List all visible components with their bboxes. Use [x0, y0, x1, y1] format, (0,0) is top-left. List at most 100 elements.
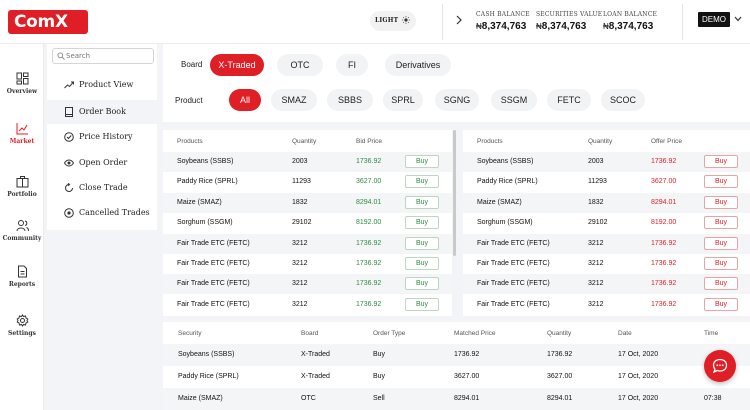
board-pill-x-traded[interactable]: X-Traded	[210, 54, 264, 76]
nav-label: Settings	[8, 330, 36, 337]
price-cell: 1736.92	[651, 239, 677, 247]
product-cell: Soybeans (SSBS)	[177, 158, 234, 165]
refresh-icon	[65, 183, 73, 192]
book-icon	[65, 107, 73, 117]
offers-table: Products Quantity Offer Price Soybeans (…	[463, 130, 750, 316]
table-row: Maize (SMAZ) OTC Sell 8294.01 8294.01 17 Oct,…	[163, 388, 750, 410]
quantity-cell: 29102	[588, 219, 608, 227]
nav-item-portfolio[interactable]: Portfolio	[0, 175, 44, 198]
submenu-item-order-book[interactable]: Order Book	[47, 100, 157, 124]
grid-icon	[16, 72, 28, 85]
nav-item-community[interactable]: Community	[0, 219, 44, 242]
column-header: Products	[177, 138, 203, 145]
column-header: Security	[178, 330, 202, 337]
history-icon	[64, 132, 74, 142]
buy-button[interactable]: Buy	[405, 175, 439, 189]
topbar-divider	[442, 4, 443, 40]
price-cell: 1736.92	[356, 280, 382, 288]
buy-button[interactable]: Buy	[704, 257, 738, 270]
eye-icon	[64, 159, 74, 167]
buy-button[interactable]: Buy	[405, 277, 439, 291]
nav-label: Portfolio	[7, 191, 37, 198]
product-pill-ssgm[interactable]: SSGM	[491, 89, 537, 111]
table-row: Soybeans (SSBS) 2003 1736.92 Buy	[463, 152, 750, 172]
buy-button[interactable]: Buy	[704, 155, 738, 168]
buy-button[interactable]: Buy	[704, 175, 738, 189]
submenu-item-open-order[interactable]: Open Order	[47, 151, 157, 175]
theme-label: LIGHT	[375, 17, 399, 24]
bids-scrollbar[interactable]	[453, 130, 456, 256]
buy-button[interactable]: Buy	[405, 236, 439, 250]
table-row: Fair Trade ETC (FETC) 3212 1736.92 Buy	[163, 254, 452, 274]
nav-item-market[interactable]: Market	[0, 122, 44, 145]
product-pill-scoc[interactable]: SCOC	[601, 89, 645, 111]
product-cell: Fair Trade ETC (FETC)	[477, 260, 550, 267]
product-pill-smaz[interactable]: SMAZ	[271, 89, 317, 111]
price-cell: 1736.92	[651, 280, 677, 288]
buy-button[interactable]: Buy	[704, 236, 738, 250]
product-pill-sgng[interactable]: SGNG	[435, 89, 479, 111]
buy-button[interactable]: Buy	[704, 277, 738, 291]
chevron-down-icon[interactable]	[734, 16, 742, 22]
search-icon	[57, 52, 65, 60]
submenu-item-price-history[interactable]: Price History	[47, 125, 157, 149]
product-pill-sprl[interactable]: SPRL	[383, 89, 423, 111]
product-pill-all[interactable]: All	[229, 89, 261, 111]
buy-button[interactable]: Buy	[405, 297, 439, 311]
nav-item-settings[interactable]: Settings	[0, 314, 44, 337]
product-cell: Fair Trade ETC (FETC)	[177, 280, 250, 288]
buy-button[interactable]: Buy	[704, 195, 738, 209]
buy-button[interactable]: Buy	[704, 216, 738, 230]
cash-balance-label: CASH BALANCE	[476, 11, 530, 18]
search-input[interactable]	[66, 50, 152, 62]
buy-button[interactable]: Buy	[405, 216, 439, 230]
column-header: Quantity	[547, 330, 572, 337]
gear-icon	[16, 314, 28, 327]
board-pill-otc[interactable]: OTC	[277, 54, 323, 76]
bids-table-header: Products Quantity Bid Price	[163, 130, 452, 152]
briefcase-icon	[16, 176, 28, 188]
chevron-right-icon[interactable]	[455, 15, 463, 25]
product-pill-sbbs[interactable]: SBBS	[327, 89, 373, 111]
product-pill-fetc[interactable]: FETC	[547, 89, 591, 111]
quantity-cell: 2003	[588, 158, 604, 165]
board-pill-fi[interactable]: FI	[336, 54, 368, 76]
quantity-cell: 1832	[588, 198, 604, 206]
board-pill-derivatives[interactable]: Derivatives	[385, 54, 451, 76]
date-cell: 17 Oct, 2020	[618, 351, 659, 358]
column-header: Date	[618, 330, 632, 337]
matched-price-cell: 3627.00	[454, 373, 480, 380]
price-cell: 3627.00	[356, 178, 382, 186]
comx-logo[interactable]: ComX	[8, 10, 88, 34]
submenu-item-product-view[interactable]: Product View	[47, 73, 157, 97]
chat-bubble-icon	[712, 358, 728, 374]
buy-button[interactable]: Buy	[405, 257, 439, 270]
column-header: Order Type	[373, 330, 406, 337]
users-icon	[16, 220, 29, 232]
quantity-cell: 29102	[292, 219, 312, 227]
nav-item-reports[interactable]: Reports	[0, 265, 44, 288]
matched-price-cell: 1736.92	[454, 351, 480, 358]
account-mode-button[interactable]: DEMO	[698, 12, 730, 27]
securities-value-amount: ₦8,374,763	[536, 21, 587, 32]
price-cell: 1736.92	[651, 158, 677, 165]
submenu-item-close-trade[interactable]: Close Trade	[47, 176, 157, 200]
trend-icon	[64, 81, 74, 89]
quantity-cell: 11293	[292, 178, 311, 186]
table-row: Paddy Rice (SPRL) 11293 3627.00 Buy	[163, 172, 452, 192]
nav-label: Reports	[8, 281, 36, 288]
submenu-item-cancelled-trades[interactable]: Cancelled Trades	[47, 201, 157, 225]
product-cell: Sorghum (SSGM)	[177, 219, 233, 227]
bids-table: Products Quantity Bid Price Soybeans (SS…	[163, 130, 452, 316]
price-cell: 1736.92	[356, 260, 382, 267]
chat-button[interactable]	[704, 350, 736, 382]
product-cell: Fair Trade ETC (FETC)	[477, 239, 550, 247]
nav-item-overview[interactable]: Overview	[0, 72, 44, 95]
search-box[interactable]	[52, 48, 154, 64]
quantity-cell: 2003	[292, 158, 308, 165]
buy-button[interactable]: Buy	[405, 155, 439, 168]
table-row: Fair Trade ETC (FETC) 3212 1736.92 Buy	[163, 274, 452, 295]
buy-button[interactable]: Buy	[704, 297, 738, 311]
nav-label: Overview	[6, 88, 38, 95]
buy-button[interactable]: Buy	[405, 195, 439, 209]
